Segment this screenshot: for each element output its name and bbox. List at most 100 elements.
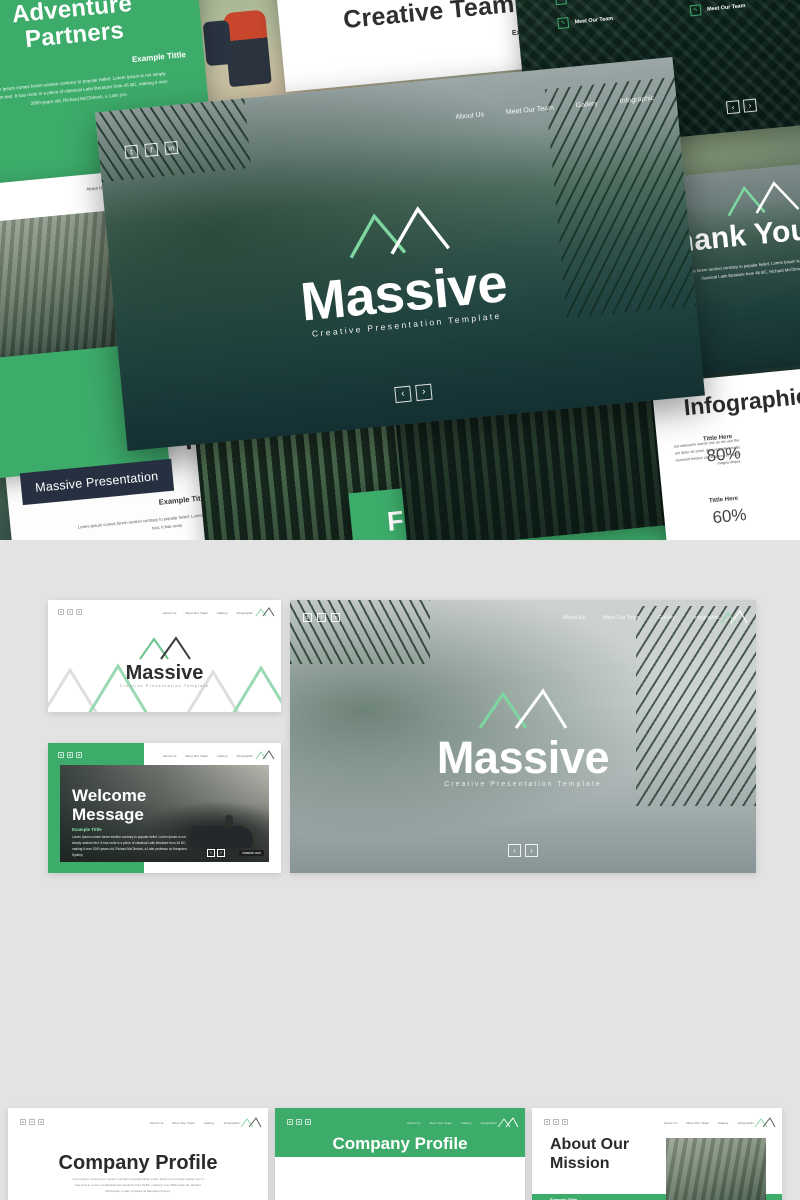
nav-item-meet-our-team[interactable]: Meet Our Team <box>186 611 209 615</box>
dot-icon <box>76 752 82 758</box>
nav-item-meet-our-team[interactable]: Meet Our Team <box>687 1121 710 1125</box>
nav-item-infographic[interactable]: Infographic <box>224 1121 240 1125</box>
nav-item-about-us[interactable]: About Us <box>163 611 177 615</box>
mountain-logo-icon <box>240 1117 262 1128</box>
slide-body: Lorem Ipsum comes forem section contrary… <box>0 70 168 106</box>
agenda-label: Meet Our Team <box>574 15 614 25</box>
dot-icon <box>29 1119 35 1125</box>
cliff-rock <box>191 826 253 848</box>
thumb-massive-white-cover[interactable]: About Us Meet Our Team Gallery Infograph… <box>48 600 281 712</box>
window-dots <box>544 1119 568 1125</box>
nav-item-about-us[interactable]: About Us <box>563 615 585 621</box>
nav-item-infographic[interactable]: Infographic <box>237 611 253 615</box>
pencil-icon: ✎ <box>554 0 567 6</box>
nav-item-gallery[interactable]: Gallery <box>658 615 675 621</box>
mountain-logo-icon <box>754 1117 776 1128</box>
thumb-about-our-mission[interactable]: About Us Meet Our Team Gallery Infograph… <box>532 1108 782 1200</box>
hero-collage: About Us Meet Our Team Adventure Partner… <box>0 0 800 540</box>
dot-icon <box>38 1119 44 1125</box>
nav-item-about-us[interactable]: About Us <box>664 1121 678 1125</box>
prev-button[interactable]: ‹ <box>508 844 521 857</box>
brand-name: Massive <box>436 732 610 783</box>
mountain-logo-icon <box>497 1117 519 1128</box>
page-root: About Us Meet Our Team Adventure Partner… <box>0 0 800 1200</box>
mountain-logo-icon <box>349 206 451 259</box>
dot-icon <box>544 1119 550 1125</box>
dot-icon <box>553 1119 559 1125</box>
slide-subtitle: Example Tittle <box>72 827 102 832</box>
window-dots <box>58 609 82 615</box>
prev-button[interactable]: ‹ <box>394 385 412 404</box>
mountain-logo-icon <box>720 610 748 624</box>
stat-label: Tittle Here <box>708 495 739 505</box>
nav-item-gallery[interactable]: Gallery <box>217 754 228 758</box>
next-button[interactable]: › <box>415 383 433 402</box>
brand-name: Massive <box>125 662 204 684</box>
dot-icon <box>305 1119 311 1125</box>
linkedin-icon[interactable]: in <box>331 613 340 622</box>
agenda-label: Company Profile <box>572 0 615 1</box>
agenda-item[interactable]: ✎ Company Profile <box>554 0 673 6</box>
facebook-icon[interactable]: f <box>317 613 326 622</box>
branch-decor <box>290 600 430 664</box>
dot-icon <box>296 1119 302 1125</box>
thumb-welcome-message[interactable]: About Us Meet Our Team Gallery Infograph… <box>48 743 281 873</box>
slide-body: our awesome words one as we use the um d… <box>673 438 742 466</box>
nav-item-infographic[interactable]: Infographic <box>693 615 720 621</box>
window-dots <box>20 1119 44 1125</box>
next-button[interactable]: › <box>217 849 225 857</box>
mountain-logo-icon <box>255 750 275 760</box>
nav-item-infographic[interactable]: Infographic <box>481 1121 497 1125</box>
prev-button[interactable]: ‹ <box>725 100 741 115</box>
nav-item-gallery[interactable]: Gallery <box>461 1121 472 1125</box>
mountain-logo-icon <box>138 636 191 660</box>
pencil-icon: ✎ <box>557 17 570 30</box>
nav-item-about-us[interactable]: About Us <box>150 1121 164 1125</box>
dot-icon <box>67 609 73 615</box>
window-dots <box>287 1119 311 1125</box>
nav-item-meet-our-team[interactable]: Meet Our Team <box>430 1121 453 1125</box>
collage-slide-massive-hero[interactable]: t f in About Us Meet Our Team Gallery In… <box>95 56 705 452</box>
thumb-massive-hero-large[interactable]: t f in About Us Meet Our Team Gallery In… <box>290 600 756 873</box>
nav-item-meet-our-team[interactable]: Meet Our Team <box>603 615 640 621</box>
dot-icon <box>20 1119 26 1125</box>
mountain-logo-icon <box>255 607 275 617</box>
nav-item-infographic[interactable]: Infographic <box>237 754 253 758</box>
nav-item-about-us[interactable]: About Us <box>407 1121 421 1125</box>
nav-item-gallery[interactable]: Gallery <box>204 1121 215 1125</box>
slide-subtitle: Example Tittle <box>131 49 187 65</box>
slide-title: Welcome Message <box>72 786 147 824</box>
dot-icon <box>67 752 73 758</box>
dot-icon <box>58 752 64 758</box>
nav-item-gallery[interactable]: Gallery <box>217 611 228 615</box>
thumb-company-profile-white[interactable]: About Us Meet Our Team Gallery Infograph… <box>8 1108 268 1200</box>
slide-photo: Welcome Message Example Tittle Lorem Ips… <box>60 765 269 862</box>
dot-icon <box>58 609 64 615</box>
watermark-label: massive.com <box>239 850 264 856</box>
nav-item-gallery[interactable]: Gallery <box>718 1121 729 1125</box>
stat-value: 60% <box>711 504 748 528</box>
mountain-logo-icon <box>727 181 800 217</box>
linkedin-icon[interactable]: in <box>164 140 179 156</box>
mountain-logo-icon <box>478 688 568 729</box>
slide-photo <box>666 1138 766 1200</box>
nav-item-about-us[interactable]: About Us <box>163 754 177 758</box>
nav-item-infographic[interactable]: Infographic <box>738 1121 754 1125</box>
slide-body: Lorem Ipsum comes forem section contrary… <box>72 835 188 857</box>
agenda-label: Meet Our Team <box>706 2 746 13</box>
thumb-company-profile-green[interactable]: About Us Meet Our Team Gallery Infograph… <box>275 1108 525 1200</box>
nav-item-meet-our-team[interactable]: Meet Our Team <box>186 754 209 758</box>
facebook-icon[interactable]: f <box>144 142 159 157</box>
next-button[interactable]: › <box>525 844 538 857</box>
nav-item-meet-our-team[interactable]: Meet Our Team <box>173 1121 196 1125</box>
brand-tagline: Creative Presentation Template <box>119 684 210 688</box>
twitter-icon[interactable]: t <box>303 613 312 622</box>
twitter-icon[interactable]: t <box>124 144 139 159</box>
prev-button[interactable]: ‹ <box>207 849 215 857</box>
dot-icon <box>76 609 82 615</box>
dot-icon <box>562 1119 568 1125</box>
slide-body: Lorem Ipsum comes forem section contrary… <box>72 1177 204 1193</box>
next-button[interactable]: › <box>742 98 758 113</box>
slide-title: Adventure Partners <box>10 0 134 54</box>
slide-title: Company Profile <box>58 1152 218 1174</box>
